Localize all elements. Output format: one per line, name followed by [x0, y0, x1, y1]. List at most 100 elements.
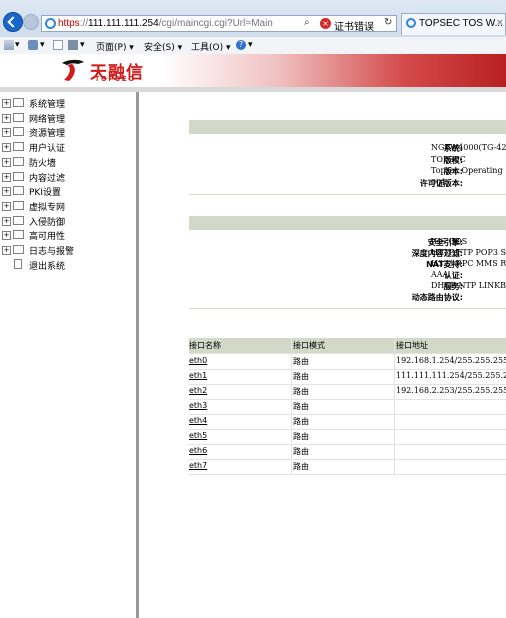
system-info-panel: 系统:NGFW4000(TG-4208)版权:TOPSEC版本:Topsec O… [189, 134, 506, 195]
table-row: eth3 路由 [189, 399, 506, 415]
tree-item[interactable]: + 用户认证 [2, 140, 132, 154]
tools-menu[interactable]: 工具(O) ▾ [191, 40, 231, 53]
topsec-logo-icon [62, 59, 84, 81]
table-row: eth5 路由 [189, 429, 506, 445]
expand-icon[interactable]: + [2, 172, 11, 182]
folder-icon [13, 215, 24, 225]
expand-icon[interactable]: + [2, 113, 11, 123]
tree-item[interactable]: + 高可用性 [2, 228, 132, 242]
cert-error-label[interactable]: 证书错误 [334, 18, 374, 33]
tree-item-label: 防火墙 [29, 158, 57, 169]
browser-tab[interactable]: TOPSEC TOS W... × [401, 13, 506, 35]
back-button[interactable] [3, 12, 23, 32]
table-row: eth7 路由 [189, 459, 506, 475]
interface-name-link[interactable]: eth5 [189, 431, 292, 440]
column-header-mode: 接口模式 [293, 341, 325, 350]
logo-english-name: TOPSEC [95, 76, 136, 83]
info-value: HTTP FTP POP3 SMT [431, 248, 506, 257]
expand-icon[interactable]: + [2, 216, 11, 226]
interface-mode: 路由 [293, 462, 309, 471]
tree-item[interactable]: + PKI设置 [2, 184, 132, 198]
refresh-icon[interactable]: ↻ [384, 17, 392, 28]
interface-name-link[interactable]: eth2 [189, 386, 292, 395]
interface-name-link[interactable]: eth4 [189, 416, 292, 425]
system-info-header [189, 120, 506, 134]
browser-address-bar: https://111.111.111.254/cgi/maincgi.cgi?… [0, 0, 506, 37]
topsec-banner: 天融信 TOPSEC [0, 54, 506, 87]
tree-item[interactable]: + 入侵防御 [2, 214, 132, 228]
interface-table-header: 接口名称 接口模式 接口地址 [189, 338, 506, 354]
tree-item[interactable]: + 防火墙 [2, 155, 132, 169]
info-value: 001 [431, 177, 447, 187]
tree-item-label: 内容过滤 [29, 173, 66, 184]
interface-name-link[interactable]: eth6 [189, 446, 292, 455]
tab-favicon-icon [406, 18, 416, 28]
expand-icon[interactable]: + [2, 157, 11, 167]
url-path: /cgi/maincgi.cgi?Url=Main [158, 18, 273, 29]
print-icon[interactable] [68, 40, 78, 50]
tree-item-label: 入侵防御 [29, 217, 66, 228]
folder-icon [13, 245, 24, 254]
interface-name-link[interactable]: eth1 [189, 371, 292, 380]
nav-tree: + 系统管理 + 网络管理 + 资源管理 + 用户认证 + 防火墙 + 内容过滤 + PKI设置 + 虚拟专网… [0, 92, 136, 618]
feed-icon[interactable] [28, 40, 38, 50]
search-icon[interactable]: ⌕ [304, 17, 310, 28]
feed-dropdown-icon[interactable]: ▾ [40, 40, 45, 50]
tree-item[interactable]: + 网络管理 [2, 111, 132, 125]
folder-icon [13, 127, 24, 137]
folder-icon [13, 171, 24, 181]
expand-icon[interactable]: + [2, 128, 11, 138]
tree-item[interactable]: + 虚拟专网 [2, 199, 132, 213]
interface-mode: 路由 [293, 402, 309, 411]
expand-icon[interactable]: + [2, 201, 11, 211]
forward-button[interactable] [23, 14, 39, 30]
table-row: eth4 路由 [189, 414, 506, 430]
interface-mode: 路由 [293, 417, 309, 426]
print-dropdown-icon[interactable]: ▾ [80, 40, 85, 50]
info-value: IDS QOS [431, 237, 468, 246]
page-icon [14, 258, 22, 269]
help-icon[interactable]: ? [236, 40, 246, 50]
info-value: TOPSEC [431, 154, 466, 164]
tree-item[interactable]: + 日志与报警 [2, 243, 132, 257]
home-dropdown-icon[interactable]: ▾ [15, 40, 20, 50]
tree-item-label: 用户认证 [29, 144, 66, 155]
tree-item[interactable]: + 资源管理 [2, 125, 132, 139]
tree-item-label: 资源管理 [29, 129, 66, 140]
folder-icon [13, 186, 24, 196]
tree-item-label: 日志与报警 [29, 247, 75, 257]
interface-name-link[interactable]: eth0 [189, 356, 292, 365]
tab-close-icon[interactable]: × [496, 18, 504, 28]
features-header [189, 216, 506, 230]
cert-error-icon[interactable]: × [320, 18, 331, 29]
folder-icon [13, 98, 24, 107]
interface-name-link[interactable]: eth7 [189, 461, 292, 470]
help-dropdown-icon[interactable]: ▾ [248, 40, 253, 50]
expand-icon[interactable]: + [2, 246, 11, 255]
table-row: eth1 路由 111.111.111.254/255.255.2 [189, 369, 506, 385]
tree-item[interactable]: + 内容过滤 [2, 170, 132, 184]
tree-item-label: 虚拟专网 [29, 202, 66, 213]
expand-icon[interactable]: + [2, 187, 11, 197]
safety-menu[interactable]: 安全(S) ▾ [144, 40, 182, 53]
table-row: eth0 路由 192.168.1.254/255.255.255 [189, 354, 506, 370]
info-value: DHCP NTP LINKBAK [431, 281, 506, 290]
expand-icon[interactable]: + [2, 143, 11, 153]
info-value: AAA [431, 270, 449, 279]
expand-icon[interactable]: + [2, 99, 11, 108]
interface-name-link[interactable]: eth3 [189, 401, 292, 410]
tree-item[interactable]: 退出系统 [2, 258, 132, 272]
folder-icon [13, 230, 24, 240]
info-value: Topsec Operating [431, 166, 503, 175]
page-menu[interactable]: 页面(P) ▾ [96, 40, 134, 53]
info-value: H323 RPC MMS RTSP [431, 259, 506, 268]
home-icon[interactable] [4, 40, 14, 50]
tree-item[interactable]: + 系统管理 [2, 96, 132, 110]
url-input[interactable]: https://111.111.111.254/cgi/maincgi.cgi?… [41, 15, 397, 33]
info-value: NGFW4000(TG-4208) [431, 143, 506, 152]
expand-icon[interactable]: + [2, 231, 11, 241]
interface-mode: 路由 [293, 357, 309, 366]
column-header-address: 接口地址 [396, 341, 428, 350]
interface-address: 192.168.2.253/255.255.255 [396, 386, 506, 395]
mail-icon[interactable] [53, 40, 63, 50]
